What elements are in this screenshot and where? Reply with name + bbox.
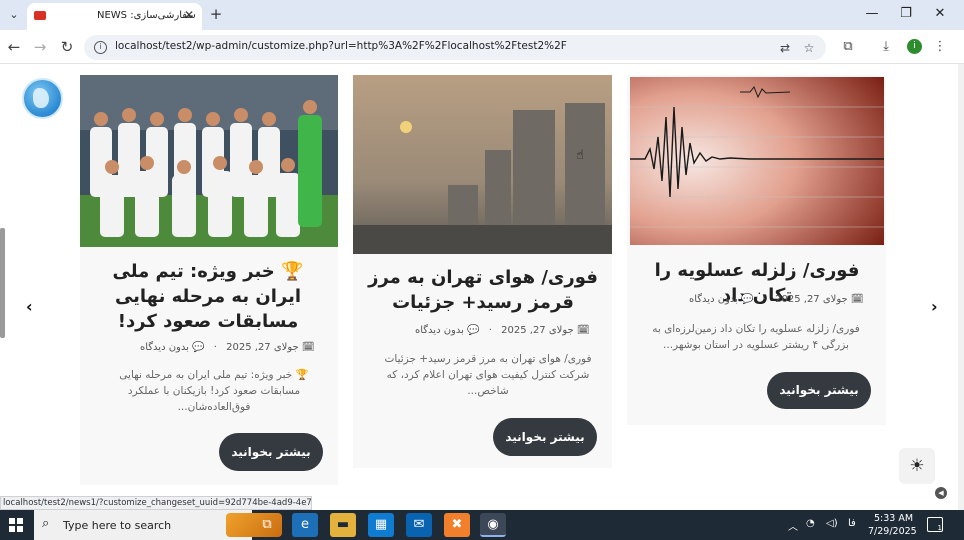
read-more-button-football[interactable]: بیشتر بخوانید: [219, 433, 323, 471]
card-meta-earthquake: 🗓 جولای 27, 2025 · 💬 بدون دیدگاه: [689, 294, 864, 305]
new-tab-button[interactable]: +: [206, 4, 226, 24]
bookmark-star-icon[interactable]: ☆: [800, 39, 818, 57]
taskbar-search-box[interactable]: ⌕ Type here to search: [34, 510, 282, 540]
calendar-icon: 🗓: [576, 325, 590, 336]
card-meta-tehran-air: 🗓 جولای 27, 2025 · 💬 بدون دیدگاه: [415, 325, 590, 336]
translate-icon[interactable]: ⇄: [776, 39, 794, 57]
windows-start-icon[interactable]: [9, 518, 23, 532]
taskbar-search-placeholder[interactable]: Type here to search: [63, 519, 171, 532]
address-bar[interactable]: i localhost/test2/wp-admin/customize.php…: [84, 35, 826, 60]
back-arrow-icon[interactable]: ←: [4, 37, 24, 57]
card-comments[interactable]: بدون دیدگاه: [140, 342, 189, 353]
mouse-cursor-icon: ☝: [576, 148, 584, 163]
tab-favicon-icon: [34, 11, 46, 20]
news-card-earthquake: فوری/ زلزله عسلویه را تکان داد 🗓 جولای 2…: [627, 75, 886, 425]
tab-strip: ⌄ سفارشی‌سازی: NEWS ✕ + — ❐ ✕: [0, 0, 964, 30]
card-date: جولای 27, 2025: [226, 342, 299, 353]
comment-icon: 💬: [192, 342, 205, 353]
calendar-icon: 🗓: [850, 294, 864, 305]
card-image-tehran-air[interactable]: [353, 75, 612, 254]
card-excerpt-football: 🏆 خبر ویژه: تیم ملی ایران به مرحله نهایی…: [119, 369, 309, 413]
card-meta-football: 🗓 جولای 27, 2025 · 💬 بدون دیدگاه: [140, 342, 315, 353]
read-more-button-earthquake[interactable]: بیشتر بخوانید: [767, 372, 871, 409]
slider-next-arrow-icon[interactable]: ›: [931, 297, 938, 316]
reload-icon[interactable]: ↻: [57, 37, 77, 57]
preview-scroll-thumb[interactable]: [0, 228, 5, 338]
comment-icon: 💬: [467, 325, 480, 336]
tab-title: سفارشی‌سازی: NEWS: [97, 10, 196, 21]
card-image-earthquake[interactable]: [630, 77, 884, 245]
browser-tab[interactable]: سفارشی‌سازی: NEWS ✕: [27, 3, 202, 30]
language-indicator[interactable]: فا: [848, 518, 856, 529]
comment-icon: 💬: [741, 294, 754, 305]
news-card-tehran-air: فوری/ هوای تهران به مرز قرمز رسید+ جزئیا…: [353, 75, 612, 468]
card-excerpt-tehran-air: فوری/ هوای تهران به مرز قرمز رسید+ جزئیا…: [384, 353, 592, 397]
clock-date[interactable]: 7/29/2025: [868, 526, 917, 537]
microsoft-store-icon[interactable]: ▦: [368, 513, 394, 537]
browser-toolbar: ← → ↻ i localhost/test2/wp-admin/customi…: [0, 30, 964, 64]
theme-toggle-sun-icon[interactable]: ☀: [899, 448, 935, 484]
download-icon[interactable]: ⤓: [876, 37, 896, 57]
xampp-icon[interactable]: ✖: [444, 513, 470, 537]
chrome-icon[interactable]: ◉: [480, 513, 506, 537]
maximize-button[interactable]: ❐: [894, 4, 918, 24]
windows-taskbar: ⌕ Type here to search ⧉ e ▬ ▦ ✉ ✖ ◉ ︿ ◔ …: [0, 510, 964, 540]
url-text[interactable]: localhost/test2/wp-admin/customize.php?u…: [115, 40, 567, 52]
tab-search-button[interactable]: ⌄: [4, 5, 24, 25]
slider-prev-arrow-icon[interactable]: ‹: [26, 297, 33, 316]
notification-center-icon[interactable]: 1: [927, 517, 943, 532]
extensions-puzzle-icon[interactable]: ⧉: [838, 37, 858, 57]
calendar-icon: 🗓: [301, 342, 315, 353]
card-comments[interactable]: بدون دیدگاه: [689, 294, 738, 305]
status-bar-url: localhost/test2/news1/?customize_changes…: [0, 496, 312, 510]
news-card-football: 🏆 خبر ویژه: تیم ملی ایران به مرحله نهایی…: [80, 75, 338, 485]
tab-close-button[interactable]: ✕: [184, 8, 194, 22]
card-comments[interactable]: بدون دیدگاه: [415, 325, 464, 336]
read-more-button-tehran-air[interactable]: بیشتر بخوانید: [493, 418, 597, 456]
card-excerpt-earthquake: فوری/ زلزله عسلویه را تکان داد زمین‌لرزه…: [652, 323, 860, 351]
forward-arrow-icon[interactable]: →: [30, 37, 50, 57]
tray-chevron-icon[interactable]: ︿: [788, 518, 798, 533]
card-date: جولای 27, 2025: [501, 325, 574, 336]
edge-browser-icon[interactable]: e: [292, 513, 318, 537]
page-scrollbar[interactable]: [958, 64, 964, 510]
network-icon[interactable]: ◔: [806, 518, 815, 529]
task-view-icon[interactable]: ⧉: [254, 513, 280, 537]
search-icon: ⌕: [42, 516, 50, 531]
volume-icon[interactable]: ◁): [826, 518, 838, 529]
site-info-icon[interactable]: i: [94, 41, 107, 54]
customizer-shortcut-icon[interactable]: ◀: [935, 487, 947, 499]
profile-avatar[interactable]: i: [907, 39, 922, 54]
menu-kebab-icon[interactable]: ⋮: [930, 37, 950, 57]
file-explorer-icon[interactable]: ▬: [330, 513, 356, 537]
clock-time[interactable]: 5:33 AM: [874, 513, 913, 524]
card-title-football[interactable]: 🏆 خبر ویژه: تیم ملی ایران به مرحله نهایی…: [88, 259, 328, 334]
minimize-button[interactable]: —: [860, 4, 884, 24]
site-logo-globe-icon[interactable]: [22, 78, 63, 119]
card-title-tehran-air[interactable]: فوری/ هوای تهران به مرز قرمز رسید+ جزئیا…: [363, 265, 603, 315]
card-date: جولای 27, 2025: [775, 294, 848, 305]
close-window-button[interactable]: ✕: [928, 4, 952, 24]
mail-icon[interactable]: ✉: [406, 513, 432, 537]
card-image-football[interactable]: [80, 75, 338, 247]
